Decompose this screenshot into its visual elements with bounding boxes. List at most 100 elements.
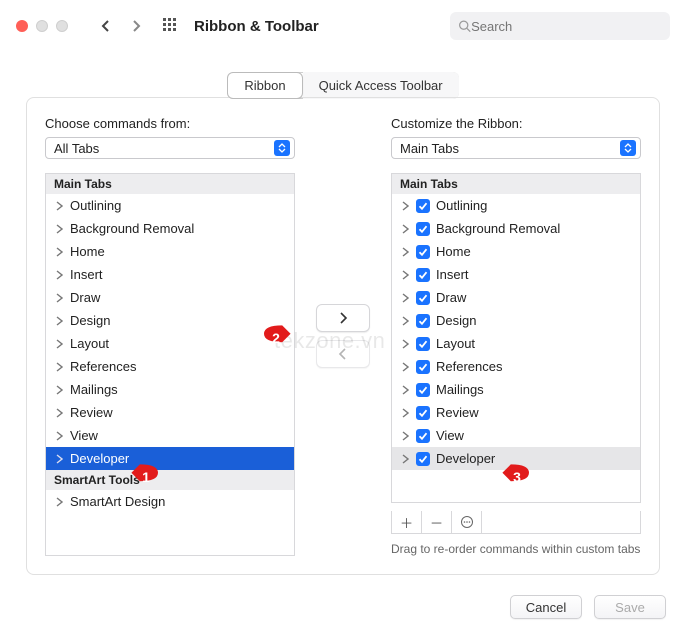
choose-commands-dropdown[interactable]: All Tabs xyxy=(45,137,295,159)
tab-quick-access-toolbar[interactable]: Quick Access Toolbar xyxy=(303,72,459,99)
list-item-label: Home xyxy=(70,244,105,259)
list-item[interactable]: View xyxy=(46,424,294,447)
chevron-right-icon xyxy=(54,270,64,280)
settings-button[interactable] xyxy=(452,511,482,533)
list-item-label: Review xyxy=(436,405,479,420)
cancel-button[interactable]: Cancel xyxy=(510,595,582,619)
zoom-window-button[interactable] xyxy=(56,20,68,32)
list-item-label: Design xyxy=(70,313,110,328)
visibility-checkbox[interactable] xyxy=(416,245,430,259)
plus-icon: ＋ xyxy=(400,513,413,532)
list-item-label: Developer xyxy=(436,451,495,466)
list-item[interactable]: Design xyxy=(392,309,640,332)
list-item[interactable]: SmartArt Design xyxy=(46,490,294,513)
list-item[interactable]: Design xyxy=(46,309,294,332)
forward-button[interactable] xyxy=(124,14,148,38)
chevron-right-icon xyxy=(400,270,410,280)
list-item-label: Layout xyxy=(436,336,475,351)
list-item-label: Insert xyxy=(436,267,469,282)
titlebar: Ribbon & Toolbar xyxy=(0,0,686,52)
visibility-checkbox[interactable] xyxy=(416,406,430,420)
visibility-checkbox[interactable] xyxy=(416,452,430,466)
chevron-right-icon xyxy=(400,362,410,372)
search-input[interactable] xyxy=(471,19,662,34)
chevron-right-icon xyxy=(400,201,410,211)
back-button[interactable] xyxy=(94,14,118,38)
visibility-checkbox[interactable] xyxy=(416,291,430,305)
list-item-label: Mailings xyxy=(436,382,484,397)
list-item[interactable]: Layout xyxy=(46,332,294,355)
search-box[interactable] xyxy=(450,12,670,40)
list-item[interactable]: Mailings xyxy=(392,378,640,401)
list-group-header: Main Tabs xyxy=(392,174,640,194)
remove-tab-button[interactable]: － xyxy=(422,511,452,533)
window-controls xyxy=(16,20,68,32)
save-button[interactable]: Save xyxy=(594,595,666,619)
chevron-right-icon xyxy=(400,224,410,234)
list-item[interactable]: References xyxy=(392,355,640,378)
add-tab-button[interactable]: ＋ xyxy=(392,511,422,533)
list-item-label: Mailings xyxy=(70,382,118,397)
list-item-label: References xyxy=(70,359,136,374)
visibility-checkbox[interactable] xyxy=(416,337,430,351)
list-item-label: Developer xyxy=(70,451,129,466)
choose-commands-label: Choose commands from: xyxy=(45,116,295,131)
list-item-label: Home xyxy=(436,244,471,259)
ribbon-tabs-list[interactable]: Main Tabs Outlining Background Removal Hom… xyxy=(391,173,641,503)
list-item-label: Draw xyxy=(436,290,466,305)
list-item-label: Outlining xyxy=(436,198,487,213)
chevron-right-icon xyxy=(400,454,410,464)
visibility-checkbox[interactable] xyxy=(416,222,430,236)
minimize-window-button[interactable] xyxy=(36,20,48,32)
list-item[interactable]: References xyxy=(46,355,294,378)
list-item[interactable]: Review xyxy=(392,401,640,424)
list-item[interactable]: Draw xyxy=(46,286,294,309)
visibility-checkbox[interactable] xyxy=(416,429,430,443)
dropdown-caret-icon xyxy=(274,140,290,156)
gear-icon xyxy=(460,515,474,529)
list-item-label: Review xyxy=(70,405,113,420)
list-item[interactable]: Home xyxy=(392,240,640,263)
list-item[interactable]: Mailings xyxy=(46,378,294,401)
window-title: Ribbon & Toolbar xyxy=(194,18,319,35)
show-all-icon[interactable] xyxy=(162,17,178,36)
chevron-right-icon xyxy=(54,385,64,395)
visibility-checkbox[interactable] xyxy=(416,360,430,374)
visibility-checkbox[interactable] xyxy=(416,199,430,213)
list-item[interactable]: Layout xyxy=(392,332,640,355)
chevron-right-icon xyxy=(54,497,64,507)
tab-ribbon[interactable]: Ribbon xyxy=(228,73,301,98)
list-item-label: Insert xyxy=(70,267,103,282)
visibility-checkbox[interactable] xyxy=(416,314,430,328)
list-item[interactable]: Insert xyxy=(46,263,294,286)
list-item[interactable]: Outlining xyxy=(392,194,640,217)
chevron-right-icon xyxy=(54,408,64,418)
list-item[interactable]: Background Removal xyxy=(46,217,294,240)
list-item[interactable]: View xyxy=(392,424,640,447)
chevron-right-icon xyxy=(54,454,64,464)
add-command-button[interactable] xyxy=(316,304,370,332)
visibility-checkbox[interactable] xyxy=(416,383,430,397)
list-item[interactable]: Background Removal xyxy=(392,217,640,240)
list-item[interactable]: Home xyxy=(46,240,294,263)
dropdown-value: Main Tabs xyxy=(400,141,459,156)
list-item[interactable]: Review xyxy=(46,401,294,424)
chevron-right-icon xyxy=(337,312,349,324)
list-item[interactable]: Draw xyxy=(392,286,640,309)
list-item[interactable]: Developer xyxy=(46,447,294,470)
customize-ribbon-dropdown[interactable]: Main Tabs xyxy=(391,137,641,159)
chevron-right-icon xyxy=(54,362,64,372)
visibility-checkbox[interactable] xyxy=(416,268,430,282)
annotation-bubble-3: 3 xyxy=(501,463,529,491)
commands-list[interactable]: Main Tabs OutliningBackground RemovalHom… xyxy=(45,173,295,556)
remove-command-button[interactable] xyxy=(316,340,370,368)
search-icon xyxy=(458,19,471,33)
list-item-label: View xyxy=(70,428,98,443)
chevron-left-icon xyxy=(337,348,349,360)
chevron-right-icon xyxy=(400,408,410,418)
list-item[interactable]: Outlining xyxy=(46,194,294,217)
list-item[interactable]: Insert xyxy=(392,263,640,286)
list-item-label: Background Removal xyxy=(70,221,194,236)
close-window-button[interactable] xyxy=(16,20,28,32)
chevron-right-icon xyxy=(400,339,410,349)
